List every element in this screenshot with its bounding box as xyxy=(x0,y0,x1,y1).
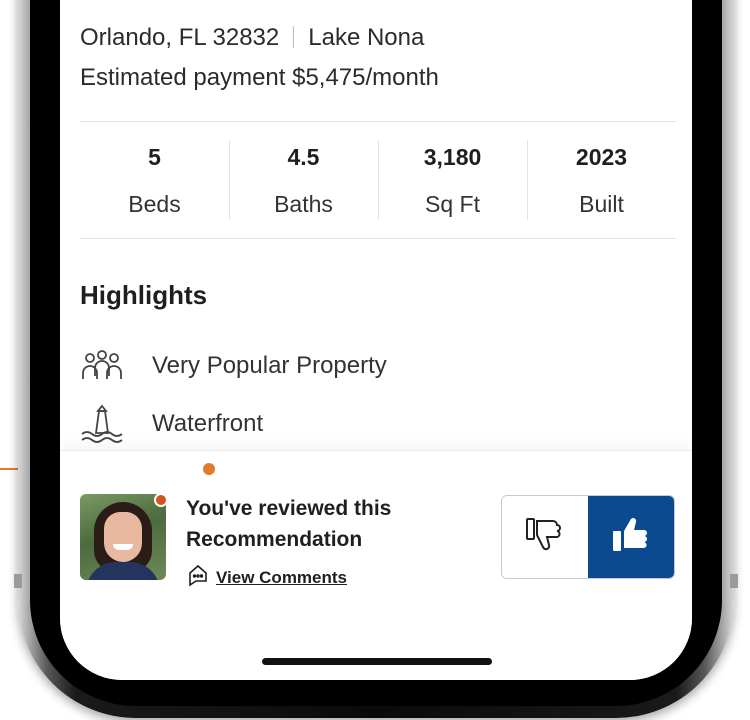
stat-built: 2023 Built xyxy=(527,140,676,222)
review-panel: You've reviewed this Recommendation View… xyxy=(60,450,692,680)
stat-baths: 4.5 Baths xyxy=(229,140,378,222)
stats-divider-bottom xyxy=(80,238,676,239)
thumbs-up-icon xyxy=(609,513,653,562)
thumbs-down-icon xyxy=(523,513,567,562)
people-group-icon xyxy=(80,348,128,384)
phone-screen: Orlando, FL 32832 Lake Nona Estimated pay… xyxy=(60,0,692,680)
stat-label: Built xyxy=(579,191,624,217)
listing-location: Orlando, FL 32832 Lake Nona xyxy=(80,24,424,52)
highlight-item-waterfront: Waterfront xyxy=(80,404,264,443)
stat-value: 4.5 xyxy=(287,144,320,170)
stat-label: Sq Ft xyxy=(425,191,480,217)
comment-bubble-icon xyxy=(186,563,210,592)
estimated-payment: Estimated payment $5,475/month xyxy=(80,64,439,91)
stat-value: 3,180 xyxy=(423,144,482,170)
neighborhood-name: Lake Nona xyxy=(308,24,425,51)
stat-label: Beds xyxy=(128,191,181,217)
waterfront-lighthouse-icon xyxy=(80,404,128,443)
thumbs-down-button[interactable] xyxy=(502,496,588,578)
stat-value: 2023 xyxy=(575,144,628,170)
agent-avatar xyxy=(80,494,166,580)
stat-label: Baths xyxy=(274,191,333,217)
stats-divider-top xyxy=(80,121,676,122)
view-comments-row[interactable]: View Comments xyxy=(186,563,347,592)
stat-sqft: 3,180 Sq Ft xyxy=(378,140,527,222)
highlight-label: Waterfront xyxy=(152,410,264,437)
stat-beds: 5 Beds xyxy=(80,140,229,222)
highlight-item-popular: Very Popular Property xyxy=(80,348,387,384)
view-comments-link[interactable]: View Comments xyxy=(216,568,347,588)
phone-side-button-right xyxy=(730,574,738,588)
notification-dot xyxy=(154,493,168,507)
property-stats: 5 Beds 4.5 Baths 3,180 Sq Ft 2023 Built xyxy=(80,140,676,222)
review-status-text: You've reviewed this Recommendation xyxy=(186,497,392,551)
annotation-dot xyxy=(203,463,215,475)
location-separator xyxy=(293,26,295,48)
phone-side-button-left xyxy=(14,574,22,588)
stat-value: 5 xyxy=(148,144,161,170)
highlights-heading: Highlights xyxy=(80,280,208,310)
thumbs-up-button[interactable] xyxy=(588,496,674,578)
home-indicator[interactable] xyxy=(262,658,492,665)
city-state-zip: Orlando, FL 32832 xyxy=(80,24,280,51)
highlight-label: Very Popular Property xyxy=(152,352,387,379)
vote-toggle xyxy=(501,495,675,579)
